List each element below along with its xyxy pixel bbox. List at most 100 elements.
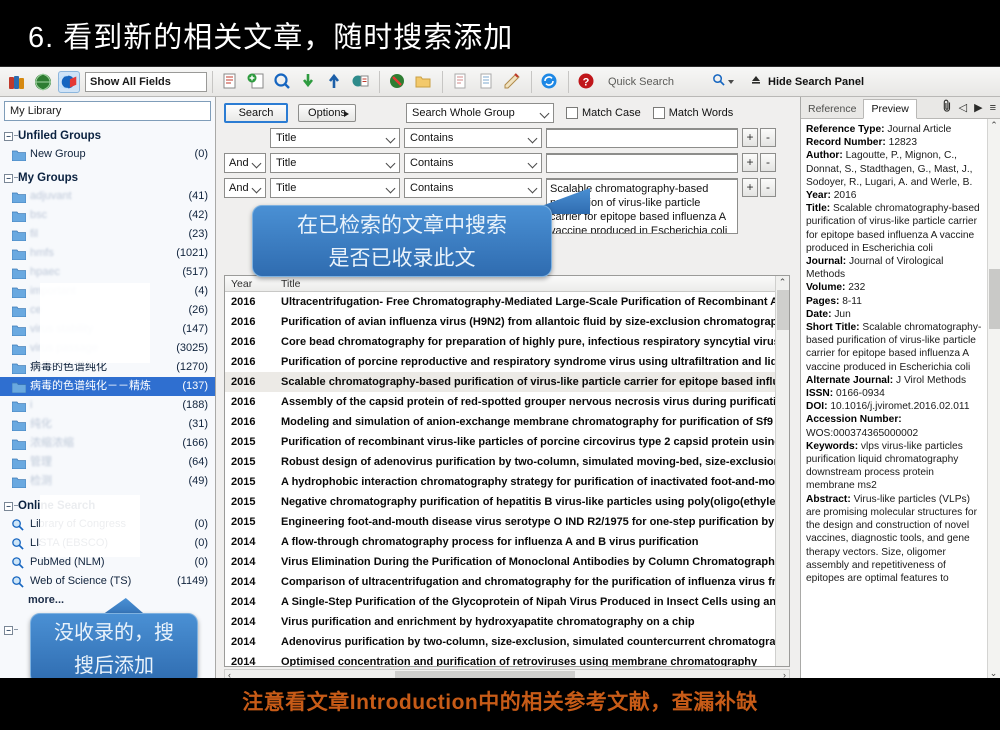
sidebar-item-group[interactable]: 管理 (64): [0, 453, 215, 472]
menu-icon[interactable]: ≡: [990, 102, 996, 114]
library-selector[interactable]: My Library: [4, 101, 211, 121]
table-row[interactable]: 2016 Assembly of the capsid protein of re…: [225, 392, 789, 412]
prev-icon[interactable]: ◁: [959, 101, 967, 114]
results-table[interactable]: Year Title 2016 Ultracentrifugation- Free…: [224, 275, 790, 667]
hide-search-panel-button[interactable]: Hide Search Panel: [768, 76, 864, 88]
scrollbar-thumb[interactable]: [777, 290, 789, 330]
boolean-operator-select[interactable]: And: [224, 178, 266, 198]
remove-row-button[interactable]: -: [760, 153, 776, 172]
collapse-toggle-icon[interactable]: −: [4, 502, 13, 511]
search-field-select[interactable]: Title: [270, 153, 400, 173]
search-button[interactable]: Search: [224, 103, 288, 123]
unfiled-groups-header[interactable]: − Unfiled Groups: [0, 126, 215, 145]
new-group-icon[interactable]: [476, 71, 498, 93]
sidebar-item-group[interactable]: bsc (42): [0, 206, 215, 225]
search-term-input[interactable]: [546, 128, 738, 148]
sidebar-item-group[interactable]: 检测 (49): [0, 472, 215, 491]
group-globe-icon[interactable]: [57, 70, 80, 93]
collapse-toggle-icon[interactable]: −: [4, 174, 13, 183]
table-row[interactable]: 2014 Comparison of ultracentrifugation an…: [225, 572, 789, 592]
more-link[interactable]: more...: [0, 594, 215, 606]
globe-icon[interactable]: [32, 71, 54, 93]
sidebar-item-group[interactable]: fil (23): [0, 225, 215, 244]
search-comparator-select[interactable]: Contains: [404, 178, 542, 198]
online-search-icon[interactable]: [272, 71, 294, 93]
import-icon[interactable]: [298, 71, 320, 93]
table-row[interactable]: 2014 Virus Elimination During the Purific…: [225, 552, 789, 572]
table-row[interactable]: 2015 Negative chromatography purification…: [225, 492, 789, 512]
collapse-toggle-icon[interactable]: −: [4, 132, 13, 141]
attachment-icon[interactable]: [943, 99, 952, 116]
remove-row-button[interactable]: -: [760, 128, 776, 147]
sidebar-item-new-group[interactable]: New Group (0): [0, 145, 215, 164]
my-groups-header[interactable]: − My Groups: [0, 168, 215, 187]
table-row[interactable]: 2015 Robust design of adenovirus purifica…: [225, 452, 789, 472]
search-field-select[interactable]: Title: [270, 178, 400, 198]
sidebar-item-group[interactable]: 病毒的色谱纯化－－精炼 (137): [0, 377, 215, 396]
table-row[interactable]: 2016 Core bead chromatography for prepara…: [225, 332, 789, 352]
remove-row-button[interactable]: -: [760, 178, 776, 197]
table-row[interactable]: 2014 Optimised concentration and purifica…: [225, 652, 789, 666]
search-term-input[interactable]: [546, 153, 738, 173]
share-icon[interactable]: [350, 71, 372, 93]
books-icon[interactable]: [6, 71, 28, 93]
add-row-button[interactable]: +: [742, 153, 758, 172]
field-selector[interactable]: Show All Fields: [85, 71, 207, 92]
next-icon[interactable]: ▶: [974, 101, 982, 114]
match-words-checkbox[interactable]: Match Words: [652, 107, 733, 119]
checkbox-box[interactable]: [652, 107, 665, 119]
copy-formatted-icon[interactable]: [450, 71, 472, 93]
table-row[interactable]: 2015 Purification of recombinant virus-li…: [225, 432, 789, 452]
column-header-title[interactable]: Title: [281, 278, 300, 290]
table-row[interactable]: 2016 Purification of avian influenza viru…: [225, 312, 789, 332]
sync-icon[interactable]: [539, 71, 561, 93]
new-reference-icon[interactable]: [220, 71, 242, 93]
table-row[interactable]: 2015 Engineering foot-and-mouth disease v…: [225, 512, 789, 532]
table-row[interactable]: 2014 Adenovirus purification by two-colum…: [225, 632, 789, 652]
results-vertical-scrollbar[interactable]: ⌃: [775, 276, 789, 666]
edit-icon[interactable]: [502, 71, 524, 93]
sidebar-item-online-source[interactable]: Web of Science (TS) (1149): [0, 572, 215, 591]
scroll-up-arrow-icon[interactable]: ⌃: [988, 119, 1000, 131]
tab-reference[interactable]: Reference: [801, 100, 863, 118]
match-case-checkbox[interactable]: Match Case: [566, 107, 641, 119]
table-row[interactable]: 2016 Ultracentrifugation- Free Chromatogr…: [225, 292, 789, 312]
find-full-text-icon[interactable]: [387, 71, 409, 93]
collapse-toggle-icon[interactable]: −: [4, 626, 13, 635]
sidebar-item-group[interactable]: 浓缩浓缩 (166): [0, 434, 215, 453]
tab-preview[interactable]: Preview: [863, 99, 917, 119]
sidebar-item-group[interactable]: hmfs (1021): [0, 244, 215, 263]
export-icon[interactable]: [324, 71, 346, 93]
sidebar-item-group[interactable]: i (188): [0, 396, 215, 415]
table-row[interactable]: 2016 Purification of porcine reproductive…: [225, 352, 789, 372]
table-row[interactable]: 2016 Modeling and simulation of anion-exc…: [225, 412, 789, 432]
collapse-arrow-icon[interactable]: [750, 73, 762, 91]
scrollbar-thumb[interactable]: [989, 269, 1000, 329]
quick-search-input[interactable]: Quick Search: [608, 76, 674, 88]
checkbox-box[interactable]: [566, 107, 578, 119]
reference-scrollbar[interactable]: ⌃ ⌄: [987, 119, 1000, 679]
boolean-operator-select[interactable]: And: [224, 153, 266, 173]
options-button[interactable]: Options: [298, 104, 356, 122]
search-comparator-select[interactable]: Contains: [404, 128, 542, 148]
help-icon[interactable]: ?: [576, 71, 598, 93]
table-row[interactable]: 2014 Virus purification and enrichment by…: [225, 612, 789, 632]
add-reference-icon[interactable]: [246, 71, 268, 93]
table-row[interactable]: 2016 Scalable chromatography-based purifi…: [225, 372, 789, 392]
search-scope-select[interactable]: Search Whole Group: [406, 103, 554, 123]
table-row[interactable]: 2014 A flow-through chromatography proces…: [225, 532, 789, 552]
search-comparator-select[interactable]: Contains: [404, 153, 542, 173]
add-row-button[interactable]: +: [742, 178, 758, 197]
table-row[interactable]: 2015 A hydrophobic interaction chromatogr…: [225, 472, 789, 492]
chevron-down-icon[interactable]: [728, 79, 735, 84]
scroll-up-arrow-icon[interactable]: ⌃: [776, 276, 789, 289]
sidebar-item-group[interactable]: hpaec (517): [0, 263, 215, 282]
table-row[interactable]: 2014 A Single-Step Purification of the Gl…: [225, 592, 789, 612]
sidebar-item-group[interactable]: adjuvant (41): [0, 187, 215, 206]
add-row-button[interactable]: +: [742, 128, 758, 147]
sidebar-item-group[interactable]: 纯化 (31): [0, 415, 215, 434]
search-field-select[interactable]: Title: [270, 128, 400, 148]
search-icon[interactable]: [712, 73, 725, 91]
column-header-year[interactable]: Year: [231, 278, 252, 290]
open-folder-icon[interactable]: [413, 71, 435, 93]
